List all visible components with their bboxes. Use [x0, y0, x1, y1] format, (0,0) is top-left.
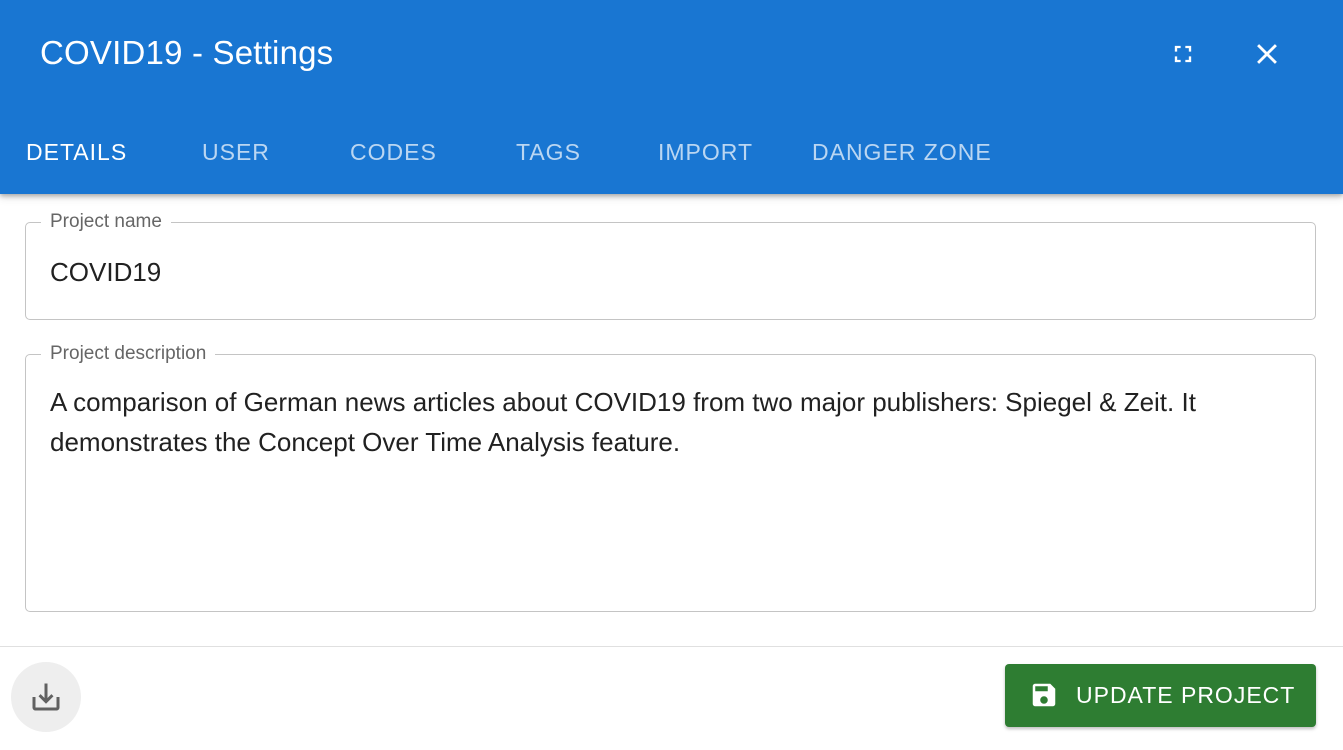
update-project-button[interactable]: UPDATE PROJECT: [1005, 664, 1316, 727]
tab-danger-zone[interactable]: DANGER ZONE: [812, 118, 992, 186]
project-description-field[interactable]: Project description A comparison of Germ…: [25, 341, 1316, 612]
project-name-field[interactable]: Project name COVID19: [25, 209, 1316, 320]
tab-details[interactable]: DETAILS: [26, 118, 127, 186]
update-project-label: UPDATE PROJECT: [1076, 682, 1296, 708]
dialog-title: COVID19 - Settings: [40, 34, 334, 71]
tab-codes[interactable]: CODES: [350, 118, 437, 186]
fullscreen-icon: [1174, 45, 1192, 63]
tab-import[interactable]: IMPORT: [658, 118, 753, 186]
project-description-input[interactable]: A comparison of German news articles abo…: [50, 382, 1291, 462]
settings-tabs: DETAILS USER CODES TAGS IMPORT DANGER ZO…: [0, 118, 1343, 186]
tab-user[interactable]: USER: [202, 118, 270, 186]
download-button[interactable]: [11, 662, 81, 732]
close-icon: [1257, 44, 1277, 64]
project-name-label: Project name: [41, 209, 171, 235]
download-icon: [32, 683, 60, 711]
save-icon: [1032, 683, 1056, 707]
footer-divider: [0, 646, 1343, 647]
close-button[interactable]: [1243, 30, 1291, 78]
project-description-label: Project description: [41, 341, 216, 367]
project-name-input[interactable]: COVID19: [50, 252, 1291, 292]
fullscreen-button[interactable]: [1159, 30, 1207, 78]
tab-tags[interactable]: TAGS: [516, 118, 581, 186]
dialog-header: COVID19 - Settings DETAILS USER CODES TA…: [0, 0, 1343, 194]
settings-dialog: COVID19 - Settings DETAILS USER CODES TA…: [0, 0, 1343, 750]
